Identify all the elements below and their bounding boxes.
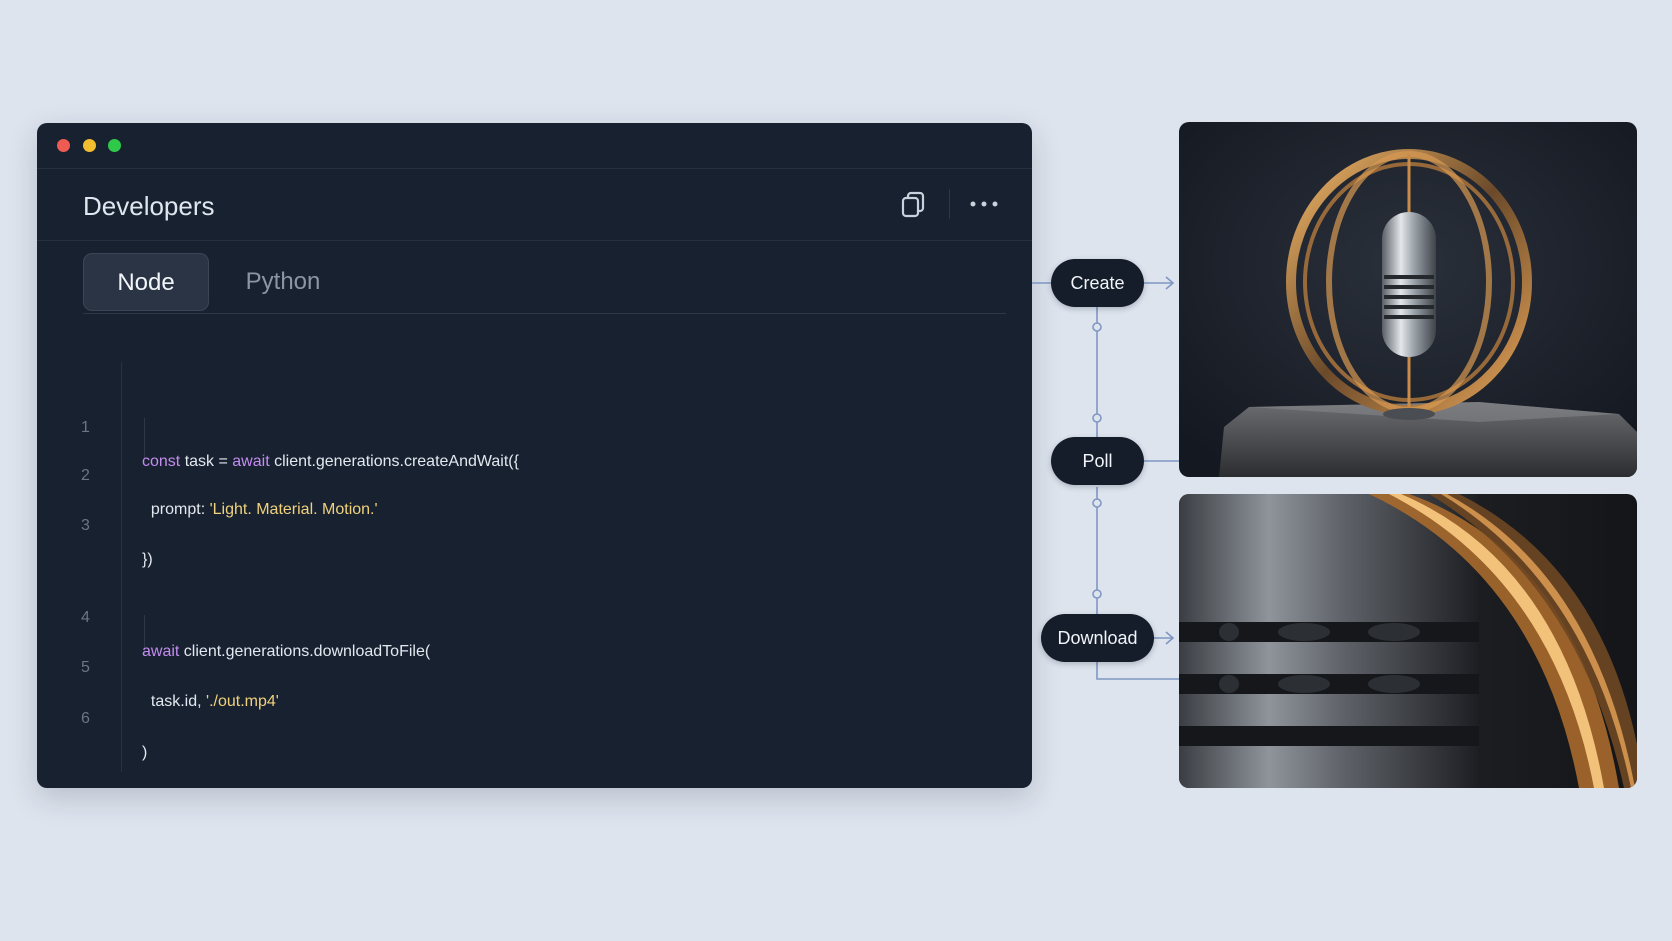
flow-step-poll[interactable]: Poll	[1051, 437, 1144, 485]
line-number: 3	[81, 517, 90, 534]
line-number: 1	[81, 419, 90, 436]
code-block: 1 const task = await client.generations.…	[37, 0, 1032, 788]
render-preview-closeup	[1179, 494, 1637, 788]
code-text: )	[142, 744, 148, 761]
line-number: 2	[81, 467, 90, 484]
line-number: 4	[81, 609, 90, 626]
flow-step-create[interactable]: Create	[1051, 259, 1144, 307]
line-gutter	[121, 362, 122, 772]
code-line: 4 await client.generations.downloadToFil…	[37, 567, 430, 660]
line-number: 6	[81, 710, 90, 727]
code-text: task.id, './out.mp4'	[142, 693, 279, 710]
code-text: })	[142, 551, 153, 568]
code-line: 5 task.id, './out.mp4'	[37, 617, 279, 710]
code-line: 6 )	[37, 668, 147, 761]
code-line: 2 prompt: 'Light. Material. Motion.'	[37, 425, 378, 518]
flow-step-download[interactable]: Download	[1041, 614, 1154, 662]
code-line: 1 const task = await client.generations.…	[37, 377, 519, 470]
code-line: 3 })	[37, 475, 153, 568]
line-number: 5	[81, 659, 90, 676]
code-text: await client.generations.downloadToFile(	[142, 643, 431, 660]
code-text: const task = await client.generations.cr…	[142, 453, 519, 470]
code-text: prompt: 'Light. Material. Motion.'	[142, 501, 378, 518]
render-preview-gyroscope	[1179, 122, 1637, 477]
